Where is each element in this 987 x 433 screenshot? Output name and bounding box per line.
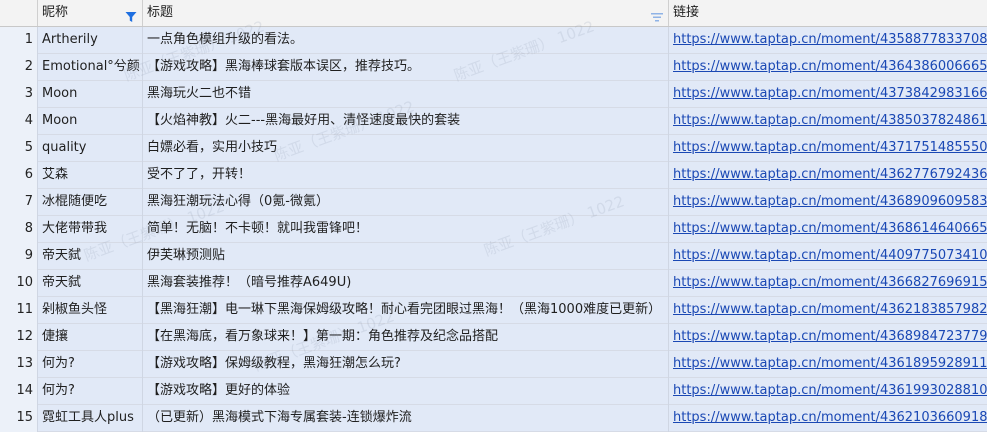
cell-title[interactable]: 【游戏攻略】黑海棒球套版本误区，推荐技巧。 — [143, 54, 669, 81]
row-number[interactable]: 1 — [0, 27, 38, 54]
table-row[interactable]: 5 quality 白嫖必看，实用小技巧 https://www.taptap.cn/… — [0, 135, 987, 162]
column-header-label: 昵称 — [42, 5, 69, 20]
cell-title[interactable]: （已更新）黑海模式下海专属套装-连锁爆炸流 — [143, 405, 669, 432]
row-number[interactable]: 9 — [0, 243, 38, 270]
table-row[interactable]: 4 Moon 【火焰神教】火二---黑海最好用、清怪速度最快的套装 https://w… — [0, 108, 987, 135]
cell-title[interactable]: 【游戏攻略】保姆级教程，黑海狂潮怎么玩? — [143, 351, 669, 378]
table-row[interactable]: 14 何为? 【游戏攻略】更好的体验 https://www.taptap.cn/mo… — [0, 378, 987, 405]
row-number[interactable]: 13 — [0, 351, 38, 378]
cell-link[interactable]: https://www.taptap.cn/moment/43619930288… — [669, 378, 987, 405]
row-number[interactable]: 12 — [0, 324, 38, 351]
table-row[interactable]: 11 剁椒鱼头怪 【黑海狂潮】电一琳下黑海保姆级攻略！耐心看完团眼过黑海！（黑海10… — [0, 297, 987, 324]
cell-link[interactable]: https://www.taptap.cn/moment/43850378248… — [669, 108, 987, 135]
table-row[interactable]: 7 冰棍随便吃 黑海狂潮玩法心得（0氪-微氪） https://www.taptap.… — [0, 189, 987, 216]
row-number[interactable]: 4 — [0, 108, 38, 135]
column-header-link[interactable]: 链接 — [669, 0, 987, 26]
cell-link[interactable]: https://www.taptap.cn/moment/43738429831… — [669, 81, 987, 108]
column-header-nickname[interactable]: 昵称 — [38, 0, 143, 26]
cell-nickname[interactable]: Moon — [38, 108, 143, 135]
cell-title[interactable]: 白嫖必看，实用小技巧 — [143, 135, 669, 162]
cell-link[interactable]: https://www.taptap.cn/moment/43588778337… — [669, 27, 987, 54]
cell-nickname[interactable]: 何为? — [38, 351, 143, 378]
cell-link[interactable]: https://www.taptap.cn/moment/43668276969… — [669, 270, 987, 297]
cell-title[interactable]: 【游戏攻略】更好的体验 — [143, 378, 669, 405]
cell-title[interactable]: 伊芙琳预测贴 — [143, 243, 669, 270]
cell-link[interactable]: https://www.taptap.cn/moment/43686146406… — [669, 216, 987, 243]
cell-link[interactable]: https://www.taptap.cn/moment/44097750734… — [669, 243, 987, 270]
table-row[interactable]: 1 Artherily 一点角色模组升级的看法。 https://www.taptap… — [0, 27, 987, 54]
column-header-row: 昵称 标题 链接 — [0, 0, 987, 27]
spreadsheet-grid: 昵称 标题 链接 1 Artherily 一点角色模组升级的看法。 https://w… — [0, 0, 987, 433]
cell-link[interactable]: https://www.taptap.cn/moment/43627767924… — [669, 162, 987, 189]
cell-nickname[interactable]: Moon — [38, 81, 143, 108]
cell-nickname[interactable]: 艾森 — [38, 162, 143, 189]
table-row[interactable]: 12 倢攘 【在黑海底，看万象球来！】第一期：角色推荐及纪念品搭配 https://w… — [0, 324, 987, 351]
cell-title[interactable]: 黑海套装推荐！（暗号推荐A649U) — [143, 270, 669, 297]
cell-nickname[interactable]: 帝天弑 — [38, 243, 143, 270]
cell-title[interactable]: 一点角色模组升级的看法。 — [143, 27, 669, 54]
cell-nickname[interactable]: quality — [38, 135, 143, 162]
cell-title[interactable]: 【火焰神教】火二---黑海最好用、清怪速度最快的套装 — [143, 108, 669, 135]
table-row[interactable]: 13 何为? 【游戏攻略】保姆级教程，黑海狂潮怎么玩? https://www.tap… — [0, 351, 987, 378]
row-number[interactable]: 6 — [0, 162, 38, 189]
select-all-corner[interactable] — [0, 0, 38, 26]
table-row[interactable]: 10 帝天弑 黑海套装推荐！（暗号推荐A649U) https://www.tapta… — [0, 270, 987, 297]
filter-lines-icon[interactable] — [651, 7, 663, 26]
cell-link[interactable]: https://www.taptap.cn/moment/43643860066… — [669, 54, 987, 81]
cell-nickname[interactable]: 冰棍随便吃 — [38, 189, 143, 216]
cell-nickname[interactable]: Artherily — [38, 27, 143, 54]
row-number[interactable]: 14 — [0, 378, 38, 405]
cell-nickname[interactable]: 何为? — [38, 378, 143, 405]
cell-link[interactable]: https://www.taptap.cn/moment/43618959289… — [669, 351, 987, 378]
cell-nickname[interactable]: 倢攘 — [38, 324, 143, 351]
column-header-label: 标题 — [147, 5, 174, 20]
row-number[interactable]: 7 — [0, 189, 38, 216]
table-row[interactable]: 2 Emotional°兮颜 【游戏攻略】黑海棒球套版本误区，推荐技巧。 https:… — [0, 54, 987, 81]
cell-link[interactable]: https://www.taptap.cn/moment/43717514855… — [669, 135, 987, 162]
cell-link[interactable]: https://www.taptap.cn/moment/43621036609… — [669, 405, 987, 432]
cell-link[interactable]: https://www.taptap.cn/moment/43689847237… — [669, 324, 987, 351]
cell-title[interactable]: 黑海狂潮玩法心得（0氪-微氪） — [143, 189, 669, 216]
row-number[interactable]: 8 — [0, 216, 38, 243]
table-row[interactable]: 8 大佬带带我 简单！无脑！不卡顿！就叫我雷锋吧！ https://www.tapta… — [0, 216, 987, 243]
row-number[interactable]: 3 — [0, 81, 38, 108]
cell-title[interactable]: 受不了了，开转！ — [143, 162, 669, 189]
row-number[interactable]: 2 — [0, 54, 38, 81]
column-header-label: 链接 — [673, 5, 700, 20]
cell-nickname[interactable]: 剁椒鱼头怪 — [38, 297, 143, 324]
cell-link[interactable]: https://www.taptap.cn/moment/43689096095… — [669, 189, 987, 216]
cell-link[interactable]: https://www.taptap.cn/moment/43621838579… — [669, 297, 987, 324]
table-row[interactable]: 3 Moon 黑海玩火二也不错 https://www.taptap.cn/mome… — [0, 81, 987, 108]
cell-nickname[interactable]: 帝天弑 — [38, 270, 143, 297]
filter-funnel-active-icon[interactable] — [125, 7, 137, 26]
cell-nickname[interactable]: 霓虹工具人plus — [38, 405, 143, 432]
cell-title[interactable]: 黑海玩火二也不错 — [143, 81, 669, 108]
row-number[interactable]: 10 — [0, 270, 38, 297]
cell-title[interactable]: 【黑海狂潮】电一琳下黑海保姆级攻略！耐心看完团眼过黑海！（黑海1000难度已更新… — [143, 297, 669, 324]
table-row[interactable]: 9 帝天弑 伊芙琳预测贴 https://www.taptap.cn/moment/4… — [0, 243, 987, 270]
row-number[interactable]: 11 — [0, 297, 38, 324]
cell-title[interactable]: 【在黑海底，看万象球来！】第一期：角色推荐及纪念品搭配 — [143, 324, 669, 351]
row-number[interactable]: 15 — [0, 405, 38, 432]
cell-nickname[interactable]: Emotional°兮颜 — [38, 54, 143, 81]
column-header-title[interactable]: 标题 — [143, 0, 669, 26]
table-row[interactable]: 6 艾森 受不了了，开转！ https://www.taptap.cn/moment/… — [0, 162, 987, 189]
cell-nickname[interactable]: 大佬带带我 — [38, 216, 143, 243]
cell-title[interactable]: 简单！无脑！不卡顿！就叫我雷锋吧！ — [143, 216, 669, 243]
row-number[interactable]: 5 — [0, 135, 38, 162]
table-row[interactable]: 15 霓虹工具人plus （已更新）黑海模式下海专属套装-连锁爆炸流 https://… — [0, 405, 987, 432]
